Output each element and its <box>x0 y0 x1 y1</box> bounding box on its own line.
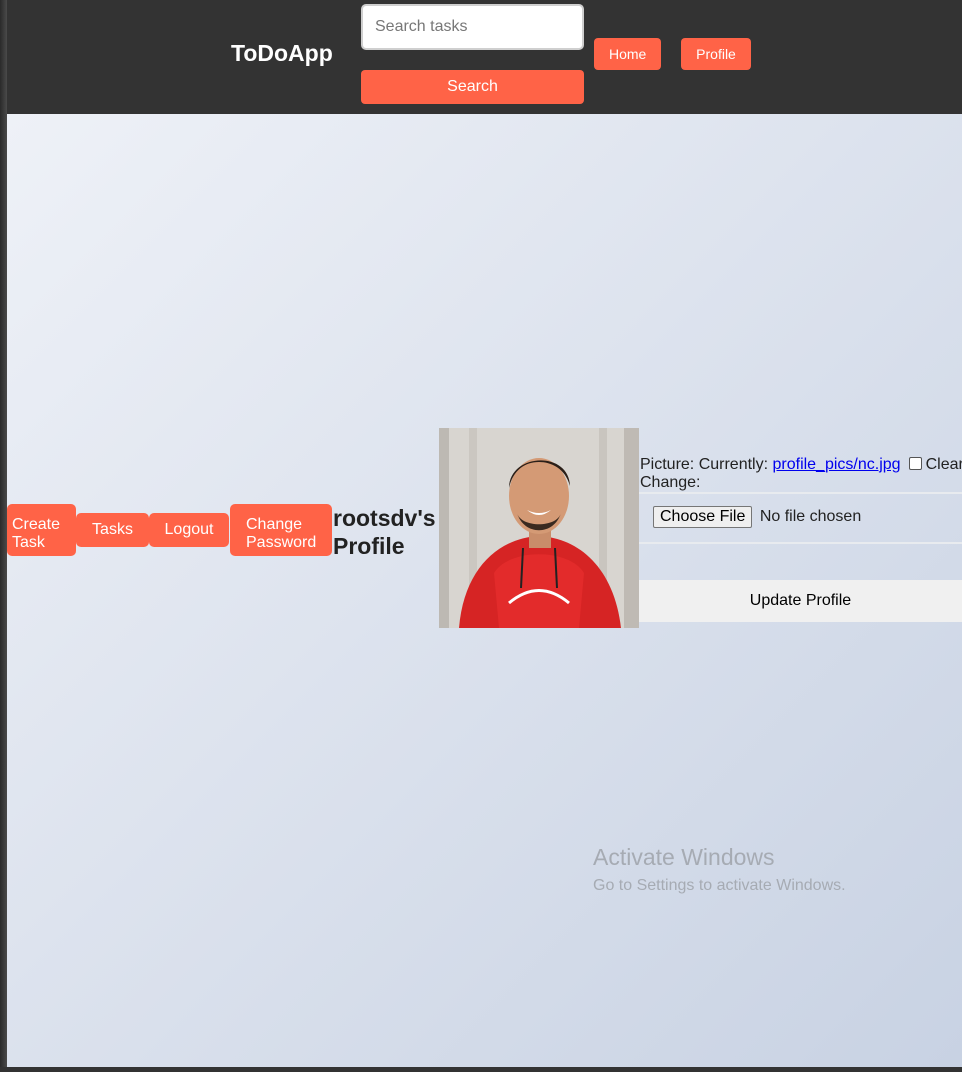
window-edge <box>0 0 7 1072</box>
change-label: Change: <box>640 474 701 491</box>
nav-home-button[interactable]: Home <box>594 38 661 70</box>
tasks-button[interactable]: Tasks <box>76 513 149 547</box>
main-content: Create Task Tasks Logout Change Password… <box>7 114 962 1067</box>
update-profile-button[interactable]: Update Profile <box>639 580 962 622</box>
picture-field: Picture: Currently: profile_pics/nc.jpg C… <box>640 456 962 474</box>
form-divider <box>639 542 962 544</box>
watermark-title: Activate Windows <box>593 844 775 870</box>
bottom-edge <box>0 1067 962 1072</box>
avatar-photo-icon <box>439 428 639 628</box>
file-status-text: No file chosen <box>759 508 862 525</box>
file-input: Choose File No file chosen <box>653 506 861 528</box>
app-brand[interactable]: ToDoApp <box>231 40 333 67</box>
top-header: ToDoApp Search Home Profile <box>7 0 962 114</box>
change-password-button[interactable]: Change Password <box>230 504 332 556</box>
create-task-button[interactable]: Create Task <box>7 504 76 556</box>
nav-profile-button[interactable]: Profile <box>681 38 751 70</box>
clear-label: Clear <box>925 456 962 473</box>
form-divider <box>639 492 962 494</box>
clear-checkbox[interactable] <box>908 457 922 470</box>
activation-watermark: Activate Windows Go to Settings to activ… <box>593 844 846 895</box>
search-button[interactable]: Search <box>361 70 584 104</box>
profile-title: rootsdv's Profile <box>333 505 436 559</box>
watermark-subtitle: Go to Settings to activate Windows. <box>593 877 846 894</box>
choose-file-button[interactable]: Choose File <box>653 506 753 528</box>
picture-label: Picture: Currently: <box>640 456 769 473</box>
logout-button[interactable]: Logout <box>149 513 229 547</box>
profile-avatar <box>439 428 639 628</box>
current-picture-link[interactable]: profile_pics/nc.jpg <box>773 456 901 473</box>
search-input[interactable] <box>361 4 584 50</box>
